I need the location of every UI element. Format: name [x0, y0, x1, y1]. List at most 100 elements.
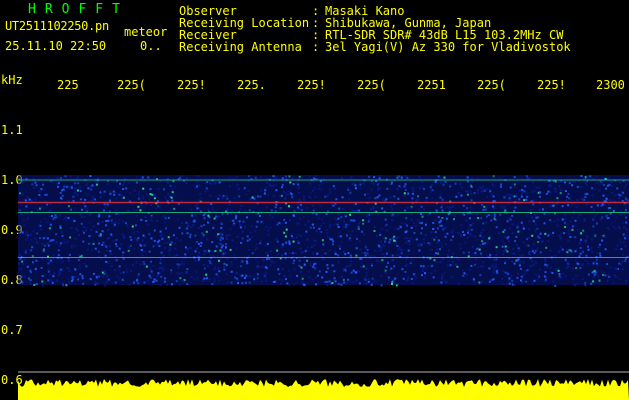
noise-speckle — [311, 205, 314, 207]
noise-speckle — [314, 267, 317, 270]
x-tick-label: 225! — [297, 78, 326, 92]
noise-speckle — [471, 176, 474, 179]
noise-speckle — [521, 224, 524, 227]
noise-speckle — [554, 187, 557, 190]
noise-speckle — [45, 236, 47, 239]
noise-speckle — [524, 243, 527, 246]
noise-speckle — [291, 177, 294, 180]
noise-speckle — [23, 258, 26, 261]
noise-speckle — [482, 242, 484, 245]
noise-speckle — [85, 265, 88, 268]
noise-speckle — [340, 240, 343, 243]
noise-speckle — [136, 175, 138, 178]
noise-speckle — [488, 280, 491, 283]
noise-speckle — [203, 224, 206, 226]
noise-speckle — [532, 203, 535, 206]
noise-speckle — [299, 247, 302, 250]
noise-speckle — [64, 217, 67, 220]
noise-speckle — [400, 222, 403, 224]
noise-speckle — [125, 187, 128, 190]
noise-speckle — [592, 280, 595, 283]
noise-speckle — [390, 267, 393, 270]
noise-speckle — [93, 198, 96, 201]
noise-speckle — [281, 177, 284, 180]
noise-speckle — [571, 216, 574, 219]
noise-speckle — [149, 268, 152, 271]
noise-speckle — [467, 227, 470, 230]
noise-speckle — [94, 283, 97, 286]
noise-speckle — [542, 208, 544, 211]
noise-speckle — [462, 204, 465, 207]
noise-speckle — [372, 279, 375, 282]
noise-speckle — [60, 176, 62, 179]
noise-speckle — [70, 185, 73, 188]
noise-speckle — [231, 239, 234, 242]
noise-speckle — [391, 281, 393, 284]
noise-speckle — [435, 252, 438, 255]
noise-speckle — [545, 276, 548, 279]
noise-speckle — [113, 223, 116, 226]
noise-speckle — [367, 267, 369, 270]
noise-speckle — [624, 197, 627, 200]
noise-speckle — [504, 275, 507, 278]
noise-speckle — [36, 232, 39, 235]
noise-speckle — [186, 283, 189, 285]
noise-speckle — [608, 199, 611, 202]
noise-speckle — [32, 186, 35, 189]
noise-speckle — [247, 255, 250, 257]
noise-speckle — [576, 228, 579, 231]
noise-speckle — [304, 223, 307, 226]
noise-speckle — [221, 197, 224, 200]
noise-speckle — [224, 252, 227, 255]
noise-speckle — [35, 259, 38, 262]
noise-speckle — [298, 259, 301, 262]
noise-speckle — [329, 191, 332, 194]
noise-speckle — [99, 191, 102, 194]
noise-speckle — [622, 241, 625, 244]
noise-speckle — [421, 186, 424, 189]
noise-speckle — [77, 189, 79, 192]
noise-speckle — [469, 224, 472, 227]
noise-speckle — [502, 240, 504, 243]
noise-speckle — [446, 264, 449, 267]
noise-speckle — [505, 271, 508, 274]
noise-speckle — [604, 235, 607, 238]
noise-speckle — [313, 177, 315, 180]
noise-speckle — [153, 176, 156, 179]
noise-speckle — [306, 246, 309, 249]
noise-speckle — [32, 230, 35, 233]
noise-speckle — [200, 197, 203, 200]
noise-speckle — [21, 275, 24, 278]
noise-speckle — [255, 225, 258, 228]
noise-speckle — [554, 268, 557, 271]
noise-speckle — [219, 232, 222, 235]
noise-speckle — [80, 216, 83, 218]
noise-speckle — [466, 236, 469, 239]
noise-speckle — [381, 207, 384, 210]
noise-speckle — [553, 220, 556, 223]
noise-speckle — [179, 176, 182, 179]
noise-speckle — [137, 275, 140, 278]
noise-speckle — [538, 208, 541, 211]
noise-speckle — [86, 248, 89, 251]
x-tick-label: 225( — [477, 78, 506, 92]
noise-speckle — [517, 230, 520, 233]
noise-speckle — [121, 254, 124, 257]
noise-speckle — [289, 192, 292, 195]
noise-speckle — [220, 227, 223, 229]
noise-speckle — [388, 241, 391, 244]
noise-speckle — [567, 192, 570, 195]
noise-speckle — [57, 274, 60, 277]
noise-speckle — [66, 267, 69, 270]
noise-speckle — [596, 252, 599, 254]
noise-speckle — [418, 249, 421, 252]
noise-speckle — [283, 275, 286, 277]
noise-speckle — [561, 180, 564, 183]
noise-speckle — [423, 242, 426, 244]
noise-speckle — [595, 175, 598, 178]
noise-speckle — [449, 184, 452, 186]
noise-speckle — [223, 268, 226, 271]
noise-speckle — [543, 222, 546, 225]
noise-speckle — [346, 224, 349, 226]
noise-speckle — [185, 227, 188, 230]
